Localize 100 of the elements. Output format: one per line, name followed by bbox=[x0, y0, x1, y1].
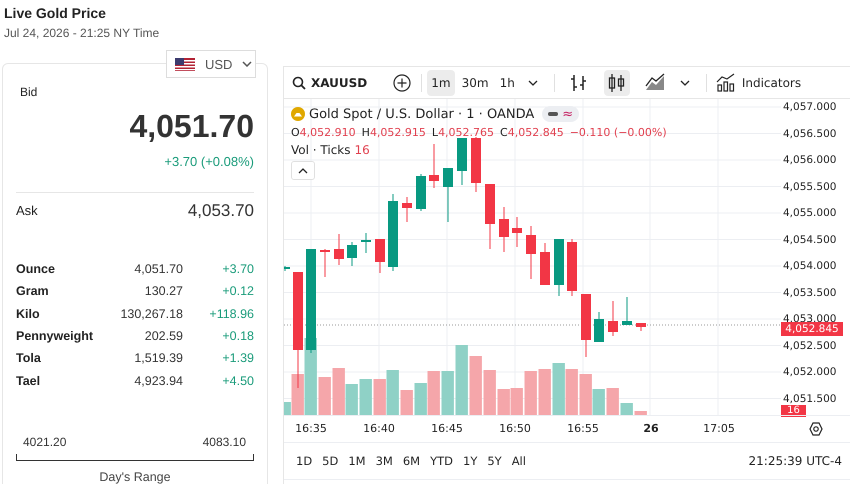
caret-icon bbox=[242, 61, 252, 67]
current-price-tag: 4,052.845 bbox=[781, 322, 843, 336]
interval-button[interactable]: 1h bbox=[496, 70, 519, 96]
candle bbox=[402, 196, 412, 222]
candle bbox=[347, 242, 357, 266]
price-tick: 4,055.500 bbox=[783, 180, 836, 192]
flag-icon bbox=[175, 58, 195, 70]
unit-change: +3.70 bbox=[221, 262, 254, 276]
add-symbol-icon[interactable] bbox=[393, 74, 412, 92]
ohlc-value: O4,052.910 bbox=[291, 126, 356, 138]
time-tick: 17:05 bbox=[703, 422, 735, 436]
range-button[interactable]: 6M bbox=[398, 452, 424, 470]
unit-price: 4,923.94 bbox=[133, 374, 183, 388]
chart-type-button[interactable] bbox=[604, 70, 630, 96]
range-button[interactable]: 1Y bbox=[459, 452, 482, 470]
symbol-search[interactable]: XAUUSD bbox=[292, 76, 368, 90]
search-icon bbox=[292, 76, 306, 90]
volume-bar bbox=[414, 383, 427, 415]
volume-bar bbox=[510, 388, 523, 415]
unit-price: 1,519.39 bbox=[133, 351, 183, 366]
indicators-button[interactable]: Indicators bbox=[712, 72, 806, 92]
candle bbox=[526, 226, 536, 280]
candle bbox=[485, 184, 495, 250]
price-tick: 4,051.500 bbox=[783, 392, 836, 404]
range-button[interactable]: 3M bbox=[372, 452, 397, 470]
collapse-button[interactable] bbox=[291, 161, 315, 180]
currency-dropdown[interactable]: USD bbox=[166, 50, 256, 78]
interval-button[interactable]: 1m bbox=[427, 70, 455, 96]
candle bbox=[429, 144, 439, 188]
ohlc-value: L4,052.765 bbox=[432, 126, 494, 138]
unit-price: 130,267.18 bbox=[119, 306, 183, 321]
price-tick: 4,055.000 bbox=[783, 207, 836, 219]
candle bbox=[416, 174, 426, 212]
price-tick: 4,057.000 bbox=[783, 101, 836, 113]
volume-bar bbox=[470, 356, 482, 415]
candle bbox=[512, 216, 522, 248]
caret-icon[interactable] bbox=[680, 80, 690, 86]
chevron-up-icon bbox=[298, 168, 308, 174]
candle bbox=[622, 296, 632, 326]
range-low: 4021.20 bbox=[23, 434, 66, 449]
date-time-text: Jul 24, 2026 - 21:25 NY Time bbox=[4, 26, 160, 41]
candle bbox=[471, 136, 481, 192]
range-button[interactable]: All bbox=[508, 452, 530, 470]
unit-price: 130.27 bbox=[144, 284, 183, 298]
volume-bar bbox=[484, 370, 496, 415]
volume-bar bbox=[456, 345, 468, 415]
candle bbox=[608, 300, 618, 336]
volume-bar bbox=[442, 371, 454, 415]
volume-bar bbox=[386, 370, 399, 415]
unit-name: Ounce bbox=[16, 262, 56, 276]
volume-bar bbox=[552, 363, 565, 415]
range-label: Day's Range bbox=[98, 470, 172, 484]
ohlc-value: H4,052.915 bbox=[362, 126, 426, 138]
unit-name: Gram bbox=[16, 284, 50, 298]
area-chart-icon bbox=[644, 72, 665, 92]
volume-bar bbox=[400, 390, 413, 415]
volume-bar bbox=[620, 403, 633, 415]
caret-icon[interactable] bbox=[528, 80, 538, 86]
range-high: 4083.10 bbox=[202, 434, 246, 449]
unit-change: +0.12 bbox=[221, 284, 254, 298]
range-button[interactable]: YTD bbox=[426, 452, 457, 470]
unit-price: 202.59 bbox=[144, 329, 183, 344]
page-title: Live Gold Price bbox=[4, 5, 107, 22]
settings-icon[interactable] bbox=[809, 422, 823, 436]
candle bbox=[361, 232, 371, 254]
legend-badge[interactable]: ≈ bbox=[542, 106, 580, 122]
interval-button[interactable]: 30m bbox=[458, 70, 493, 96]
unit-name: Tola bbox=[16, 351, 42, 366]
candle bbox=[320, 248, 330, 278]
range-button[interactable]: 1D bbox=[292, 452, 316, 470]
price-tick: 4,054.000 bbox=[783, 260, 836, 272]
candle bbox=[457, 138, 467, 186]
time-tick: 16:45 bbox=[431, 422, 463, 436]
volume-bar bbox=[524, 371, 537, 415]
volume-bar bbox=[498, 389, 510, 415]
ask-price: 4,053.70 bbox=[188, 201, 254, 221]
candle bbox=[284, 266, 290, 272]
candle bbox=[375, 238, 385, 274]
volume-bar bbox=[374, 379, 386, 415]
candle bbox=[554, 238, 564, 296]
indicators-icon bbox=[716, 72, 736, 92]
candle bbox=[567, 238, 577, 296]
chart-title: Gold Spot / U.S. Dollar · 1 · OANDA bbox=[309, 106, 534, 122]
time-tick: 16:50 bbox=[499, 422, 531, 436]
range-button[interactable]: 5Y bbox=[483, 452, 506, 470]
price-tick: 4,056.000 bbox=[783, 154, 836, 166]
price-tick: 4,052.000 bbox=[783, 366, 836, 378]
range-button[interactable]: 5D bbox=[318, 452, 342, 470]
range-button[interactable]: 1M bbox=[344, 452, 370, 470]
ohlc-value: C4,052.845 bbox=[500, 126, 564, 138]
unit-change: +0.18 bbox=[221, 329, 254, 344]
time-tick: 26 bbox=[643, 422, 659, 436]
candle bbox=[443, 168, 453, 222]
bid-price: 4,051.70 bbox=[128, 107, 254, 145]
volume-bar bbox=[538, 369, 551, 415]
unit-change: +118.96 bbox=[208, 306, 254, 321]
unit-change: +1.39 bbox=[221, 351, 254, 366]
price-change: +3.70 (+0.08%) bbox=[16, 154, 254, 193]
price-tick: 4,053.000 bbox=[783, 313, 836, 325]
price-tick: 4,053.500 bbox=[783, 286, 836, 298]
